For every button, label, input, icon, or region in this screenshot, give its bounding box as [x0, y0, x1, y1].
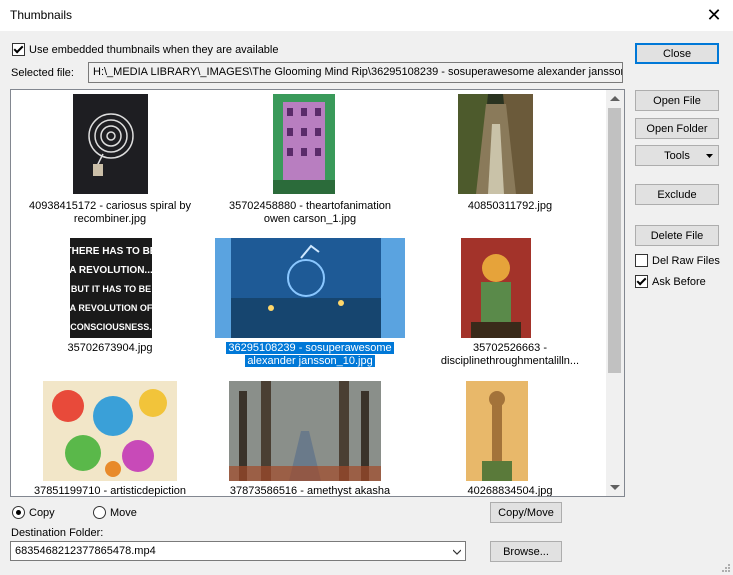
move-radio-label: Move — [110, 506, 137, 519]
copy-move-button[interactable]: Copy/Move — [490, 502, 562, 523]
selected-file-value: H:\_MEDIA LIBRARY\_IMAGES\The Glooming M… — [93, 66, 623, 78]
window-title: Thumbnails — [10, 8, 73, 22]
use-embedded-label: Use embedded thumbnails when they are av… — [29, 43, 279, 56]
thumbnail-caption: 40938415172 - cariosus spiral by recombi… — [28, 200, 192, 225]
ask-before-check-icon[interactable] — [635, 275, 648, 288]
copy-radio-icon[interactable] — [12, 506, 25, 519]
discipline-image — [461, 238, 531, 338]
artistic-depiction-image — [43, 381, 177, 481]
thumbnail-caption-selected: 36295108239 - sosuperawesome alexander j… — [226, 342, 394, 367]
thumbnail-gallery[interactable]: 40938415172 - cariosus spiral by recombi… — [10, 89, 625, 497]
close-button[interactable]: Close — [635, 43, 719, 64]
revolution-poster-image: THERE HAS TO BE A REVOLUTION... BUT IT H… — [70, 238, 152, 338]
resize-grip-icon[interactable] — [721, 563, 731, 573]
scroll-up-icon[interactable] — [610, 96, 620, 101]
thumbnail-caption: 40268834504.jpg — [467, 485, 553, 497]
poster-line: CONSCIOUSNESS. — [70, 322, 152, 332]
ask-before-checkbox[interactable]: Ask Before — [635, 275, 706, 288]
exclude-button[interactable]: Exclude — [635, 184, 719, 205]
thumbnail-caption: 35702526663 - disciplinethroughmentalill… — [440, 342, 580, 367]
thumbnail-caption: 37873586516 - amethyst akasha — [229, 485, 391, 497]
thumbnail-caption: 40850311792.jpg — [467, 200, 553, 212]
move-radio-icon[interactable] — [93, 506, 106, 519]
copy-radio-label: Copy — [29, 506, 55, 519]
poster-line: A REVOLUTION OF — [70, 303, 152, 313]
spiral-image — [73, 94, 148, 194]
title-bar: Thumbnails ✕ — [0, 0, 733, 31]
tools-label: Tools — [664, 150, 690, 162]
thumbnail-caption: 35702458880 - theartofanimation owen car… — [228, 200, 392, 225]
scrollbar-thumb[interactable] — [608, 108, 621, 373]
canyon-image — [458, 94, 533, 194]
window-close-icon[interactable]: ✕ — [703, 4, 725, 26]
scroll-down-icon[interactable] — [610, 485, 620, 490]
copy-radio[interactable]: Copy — [12, 506, 55, 519]
thumbnail-caption: 35702673904.jpg — [67, 342, 153, 354]
ask-before-label: Ask Before — [652, 275, 706, 288]
use-embedded-check-icon[interactable] — [12, 43, 25, 56]
poster-line: BUT IT HAS TO BE — [71, 284, 151, 294]
building-image — [273, 94, 335, 194]
tools-button[interactable]: Tools — [635, 145, 719, 166]
delete-file-button[interactable]: Delete File — [635, 225, 719, 246]
forest-stream-image — [229, 381, 381, 481]
browse-button[interactable]: Browse... — [490, 541, 562, 562]
use-embedded-checkbox[interactable]: Use embedded thumbnails when they are av… — [12, 43, 279, 56]
open-file-button[interactable]: Open File — [635, 90, 719, 111]
tools-dropdown-icon — [706, 154, 713, 158]
destination-folder-value: 6835468212377865478.mp4 — [15, 545, 156, 557]
poster-line: A REVOLUTION... — [70, 265, 152, 276]
selected-file-label: Selected file: — [11, 67, 74, 79]
underwater-image — [231, 238, 381, 338]
selected-file-field[interactable]: H:\_MEDIA LIBRARY\_IMAGES\The Glooming M… — [88, 62, 623, 83]
del-raw-files-check-icon[interactable] — [635, 254, 648, 267]
chevron-down-icon[interactable] — [453, 548, 461, 556]
open-folder-button[interactable]: Open Folder — [635, 118, 719, 139]
thumbnail-caption: 37851199710 - artisticdepiction — [33, 485, 187, 497]
move-radio[interactable]: Move — [93, 506, 137, 519]
poster-line: THERE HAS TO BE — [70, 246, 152, 257]
del-raw-files-label: Del Raw Files — [652, 254, 720, 267]
destination-folder-combo[interactable]: 6835468212377865478.mp4 — [10, 541, 466, 561]
destination-folder-label: Destination Folder: — [11, 527, 104, 539]
del-raw-files-checkbox[interactable]: Del Raw Files — [635, 254, 720, 267]
gallery-scrollbar[interactable] — [606, 90, 624, 496]
giraffe-image — [466, 381, 528, 481]
